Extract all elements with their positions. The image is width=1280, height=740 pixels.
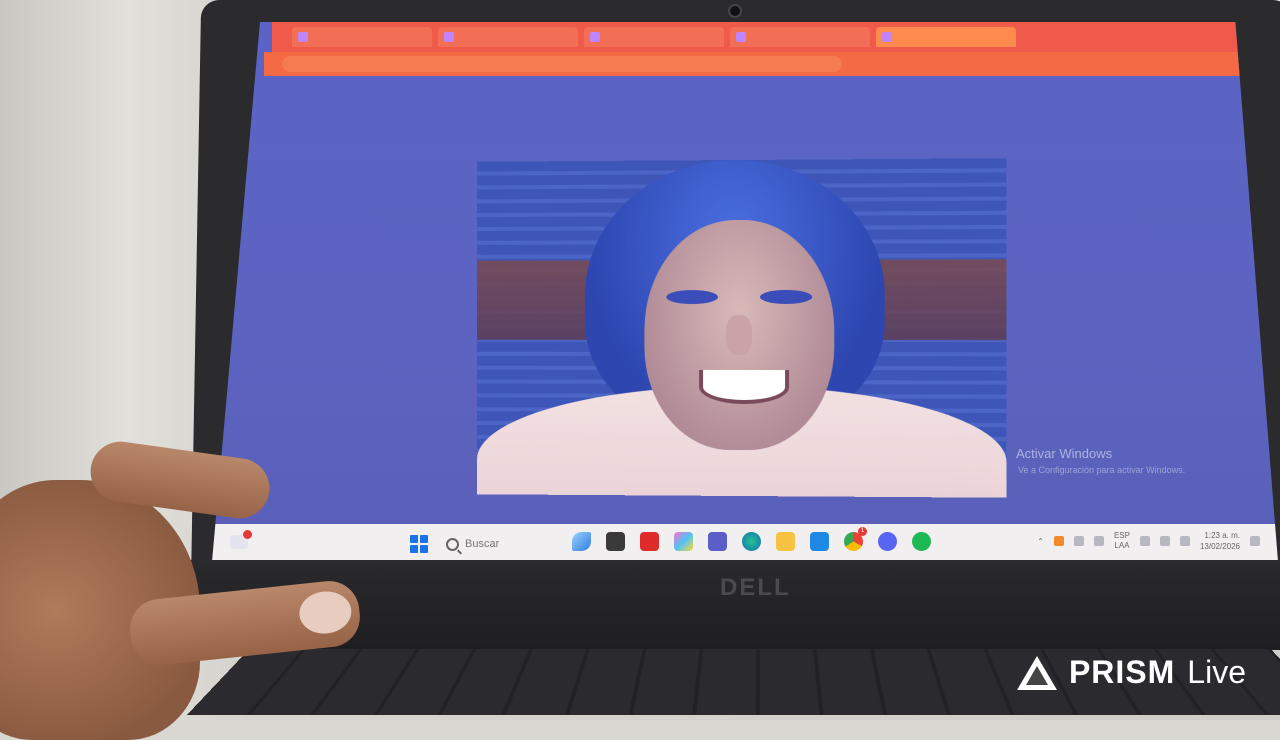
acrobat-app-icon[interactable] (640, 532, 659, 551)
nose (726, 314, 752, 356)
prism-brand: PRISM (1068, 654, 1176, 690)
smile (699, 369, 790, 405)
notification-icon[interactable] (1250, 536, 1260, 546)
chrome-app-icon[interactable]: 1 (844, 527, 867, 551)
browser-tab[interactable] (730, 27, 870, 47)
person-face (644, 219, 835, 451)
thumbnail (297, 588, 354, 637)
url-input[interactable] (282, 56, 842, 72)
chevron-up-icon[interactable]: ⌃ (1037, 537, 1044, 546)
browser-address-bar (264, 52, 1248, 76)
store-app-icon[interactable] (810, 532, 829, 551)
file-explorer-icon[interactable] (776, 532, 795, 551)
copilot-app-icon[interactable] (674, 532, 693, 551)
system-tray: ⌃ ESP LAA 1:23 a. m. 13/02/2026 (1037, 530, 1260, 552)
microphone-icon[interactable] (1073, 536, 1084, 546)
left-eye (666, 290, 719, 305)
prism-live-watermark: PRISM Live (1016, 654, 1246, 691)
dolphin-app-icon[interactable] (572, 532, 591, 551)
tab-favicon-icon (736, 32, 746, 42)
volume-icon[interactable] (1159, 536, 1170, 546)
browser-tab[interactable] (292, 27, 432, 47)
windows-start-icon[interactable] (410, 535, 428, 553)
activation-watermark-subtitle: Ve a Configuración para activar Windows. (1018, 465, 1186, 475)
language-indicator[interactable]: ESP LAA (1114, 531, 1130, 551)
tab-favicon-icon (444, 32, 454, 42)
taskbar-apps: 1 (572, 527, 931, 551)
browser-tab[interactable] (438, 27, 578, 47)
search-icon (446, 537, 459, 551)
clock[interactable]: 1:23 a. m. 13/02/2026 (1200, 530, 1240, 552)
tab-favicon-icon (298, 32, 308, 42)
tab-favicon-icon (590, 32, 600, 42)
laptop-brand-logo: DELL (720, 574, 791, 601)
search-label: Buscar (465, 538, 500, 550)
prism-logo-icon (1016, 655, 1057, 690)
prism-product: Live (1187, 654, 1246, 690)
activation-watermark-title: Activar Windows (1016, 446, 1113, 461)
clock-time: 1:23 a. m. (1204, 531, 1240, 540)
browser-tab[interactable] (584, 27, 724, 47)
browser-tab-bar (272, 22, 1238, 52)
teams-app-icon[interactable] (708, 532, 727, 551)
terminal-app-icon[interactable] (606, 532, 625, 551)
hand (0, 437, 380, 740)
edge-app-icon[interactable] (742, 532, 761, 551)
webcam (728, 4, 742, 18)
language-bottom: LAA (1114, 541, 1130, 550)
wifi-icon[interactable] (1139, 536, 1150, 546)
browser-tab-active[interactable] (876, 27, 1016, 47)
tray-app-icon[interactable] (1053, 536, 1064, 546)
discord-app-icon[interactable] (878, 532, 897, 551)
battery-icon[interactable] (1179, 536, 1190, 546)
tab-favicon-icon (882, 32, 892, 42)
right-eye (760, 289, 813, 304)
spotify-app-icon[interactable] (912, 532, 931, 551)
display-icon[interactable] (1093, 536, 1104, 546)
video-player[interactable] (476, 158, 1007, 498)
taskbar-search[interactable]: Buscar (446, 534, 499, 554)
clock-date: 13/02/2026 (1199, 542, 1240, 551)
chrome-badge: 1 (858, 527, 867, 536)
language-top: ESP (1113, 531, 1130, 540)
